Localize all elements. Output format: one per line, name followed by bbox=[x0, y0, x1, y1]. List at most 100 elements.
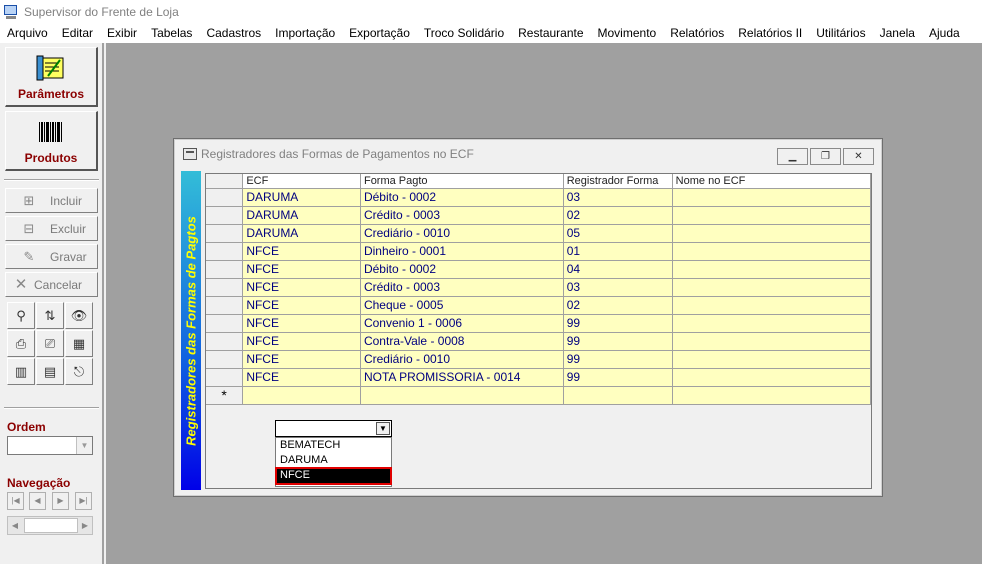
scroll-thumb[interactable] bbox=[24, 518, 78, 533]
cell-ecf[interactable]: NFCE bbox=[242, 296, 361, 315]
menu-restaurante[interactable]: Restaurante bbox=[511, 26, 590, 40]
cell-nome-ecf[interactable] bbox=[672, 296, 871, 315]
row-indicator[interactable] bbox=[206, 224, 244, 243]
parametros-button[interactable]: Parâmetros bbox=[5, 47, 98, 107]
cell-registrador[interactable]: 02 bbox=[563, 296, 673, 315]
scroll-left-icon[interactable]: ◀ bbox=[8, 517, 22, 534]
menu-troco-solidario[interactable]: Troco Solidário bbox=[417, 26, 511, 40]
row-indicator[interactable] bbox=[206, 260, 244, 279]
row-indicator[interactable] bbox=[206, 332, 244, 351]
table-row[interactable]: NFCE Débito - 0002 04 bbox=[206, 260, 871, 279]
cell-ecf[interactable]: DARUMA bbox=[242, 188, 361, 207]
nav-last-icon[interactable]: ▶| bbox=[75, 492, 92, 510]
table-row[interactable]: NFCE NOTA PROMISSORIA - 0014 99 bbox=[206, 368, 871, 387]
cell-registrador[interactable]: 99 bbox=[563, 314, 673, 333]
cell-ecf[interactable]: NFCE bbox=[242, 314, 361, 333]
cell-registrador[interactable]: 99 bbox=[563, 350, 673, 369]
restore-icon[interactable]: ❐ bbox=[810, 148, 841, 165]
cell-nome-ecf[interactable] bbox=[672, 332, 871, 351]
cell-nome-ecf[interactable] bbox=[672, 224, 871, 243]
gravar-button[interactable]: ✎ Gravar bbox=[5, 244, 98, 269]
table-row[interactable]: DARUMA Débito - 0002 03 bbox=[206, 188, 871, 207]
cell-ecf[interactable]: NFCE bbox=[242, 332, 361, 351]
calculator-icon[interactable]: ▦ bbox=[65, 330, 93, 357]
child-title-bar[interactable]: Registradores das Formas de Pagamentos n… bbox=[174, 139, 882, 169]
chevron-down-icon[interactable]: ▼ bbox=[376, 422, 390, 435]
sort-icon[interactable]: ⇅ bbox=[36, 302, 64, 329]
table-row[interactable]: NFCE Cheque - 0005 02 bbox=[206, 296, 871, 315]
menu-tabelas[interactable]: Tabelas bbox=[144, 26, 199, 40]
produtos-button[interactable]: Produtos bbox=[5, 111, 98, 171]
cell-forma-pagto[interactable]: Crediário - 0010 bbox=[360, 350, 564, 369]
cell-forma-pagto[interactable]: Débito - 0002 bbox=[360, 188, 564, 207]
cell-ecf[interactable]: NFCE bbox=[242, 278, 361, 297]
cell-registrador[interactable]: 99 bbox=[563, 332, 673, 351]
eye-icon[interactable]: 👁 bbox=[65, 302, 93, 329]
ordem-select[interactable]: ▼ bbox=[7, 436, 93, 455]
cell-registrador[interactable]: 05 bbox=[563, 224, 673, 243]
row-indicator[interactable] bbox=[206, 314, 244, 333]
menu-cadastros[interactable]: Cadastros bbox=[199, 26, 268, 40]
menu-ajuda[interactable]: Ajuda bbox=[922, 26, 967, 40]
cell-ecf[interactable]: NFCE bbox=[242, 242, 361, 261]
data-grid[interactable]: ECF Forma Pagto Registrador Forma Nome n… bbox=[205, 173, 872, 489]
menu-relatorios-ii[interactable]: Relatórios II bbox=[731, 26, 809, 40]
table-row[interactable]: NFCE Convenio 1 - 0006 99 bbox=[206, 314, 871, 333]
print-preview-icon[interactable]: ⎚ bbox=[36, 330, 64, 357]
table-row[interactable]: DARUMA Crédito - 0003 02 bbox=[206, 206, 871, 225]
cell-nome-ecf-new[interactable] bbox=[672, 386, 871, 405]
cell-nome-ecf[interactable] bbox=[672, 260, 871, 279]
cell-ecf[interactable]: NFCE bbox=[242, 368, 361, 387]
cell-forma-pagto-new[interactable] bbox=[360, 386, 564, 405]
menu-movimento[interactable]: Movimento bbox=[591, 26, 664, 40]
excluir-button[interactable]: ⊟ Excluir bbox=[5, 216, 98, 241]
cell-forma-pagto[interactable]: Cheque - 0005 bbox=[360, 296, 564, 315]
cell-nome-ecf[interactable] bbox=[672, 314, 871, 333]
cell-nome-ecf[interactable] bbox=[672, 206, 871, 225]
dropdown-option-daruma[interactable]: DARUMA bbox=[276, 453, 391, 468]
cell-ecf[interactable]: NFCE bbox=[242, 350, 361, 369]
menu-utilitarios[interactable]: Utilitários bbox=[809, 26, 872, 40]
nav-prev-icon[interactable]: ◀ bbox=[29, 492, 46, 510]
new-record-row[interactable]: * bbox=[206, 386, 871, 405]
cell-ecf[interactable]: DARUMA bbox=[242, 206, 361, 225]
cell-nome-ecf[interactable] bbox=[672, 188, 871, 207]
menu-editar[interactable]: Editar bbox=[55, 26, 100, 40]
row-indicator[interactable] bbox=[206, 368, 244, 387]
cell-forma-pagto[interactable]: Crédito - 0003 bbox=[360, 206, 564, 225]
menu-importacao[interactable]: Importação bbox=[268, 26, 342, 40]
cell-registrador[interactable]: 03 bbox=[563, 188, 673, 207]
row-indicator[interactable] bbox=[206, 350, 244, 369]
table-row[interactable]: NFCE Crédito - 0003 03 bbox=[206, 278, 871, 297]
cell-registrador[interactable]: 01 bbox=[563, 242, 673, 261]
menu-relatorios[interactable]: Relatórios bbox=[663, 26, 731, 40]
table-row[interactable]: DARUMA Crediário - 0010 05 bbox=[206, 224, 871, 243]
printer-icon[interactable]: ⎙ bbox=[7, 330, 35, 357]
chart-icon[interactable]: ▥ bbox=[7, 358, 35, 385]
table-icon[interactable]: ▤ bbox=[36, 358, 64, 385]
column-header-ecf[interactable]: ECF bbox=[242, 174, 361, 189]
cell-registrador[interactable]: 03 bbox=[563, 278, 673, 297]
menu-janela[interactable]: Janela bbox=[873, 26, 922, 40]
cell-nome-ecf[interactable] bbox=[672, 242, 871, 261]
exit-door-icon[interactable]: ⎋ bbox=[65, 358, 93, 385]
cell-registrador[interactable]: 99 bbox=[563, 368, 673, 387]
cell-forma-pagto[interactable]: Convenio 1 - 0006 bbox=[360, 314, 564, 333]
cell-forma-pagto[interactable]: Crédito - 0003 bbox=[360, 278, 564, 297]
cell-forma-pagto[interactable]: Contra-Vale - 0008 bbox=[360, 332, 564, 351]
minimize-icon[interactable]: ▁ bbox=[777, 148, 808, 165]
nav-first-icon[interactable]: |◀ bbox=[7, 492, 24, 510]
menu-exibir[interactable]: Exibir bbox=[100, 26, 144, 40]
column-header-forma-pagto[interactable]: Forma Pagto bbox=[360, 174, 564, 189]
close-icon[interactable]: ✕ bbox=[843, 148, 874, 165]
cell-registrador[interactable]: 04 bbox=[563, 260, 673, 279]
row-indicator[interactable] bbox=[206, 296, 244, 315]
row-indicator[interactable] bbox=[206, 278, 244, 297]
cancelar-button[interactable]: ✕ Cancelar bbox=[5, 272, 98, 297]
cell-ecf-new[interactable] bbox=[242, 386, 361, 405]
cell-registrador-new[interactable] bbox=[563, 386, 673, 405]
menu-exportacao[interactable]: Exportação bbox=[342, 26, 417, 40]
cell-nome-ecf[interactable] bbox=[672, 278, 871, 297]
cell-forma-pagto[interactable]: Débito - 0002 bbox=[360, 260, 564, 279]
table-row[interactable]: NFCE Contra-Vale - 0008 99 bbox=[206, 332, 871, 351]
